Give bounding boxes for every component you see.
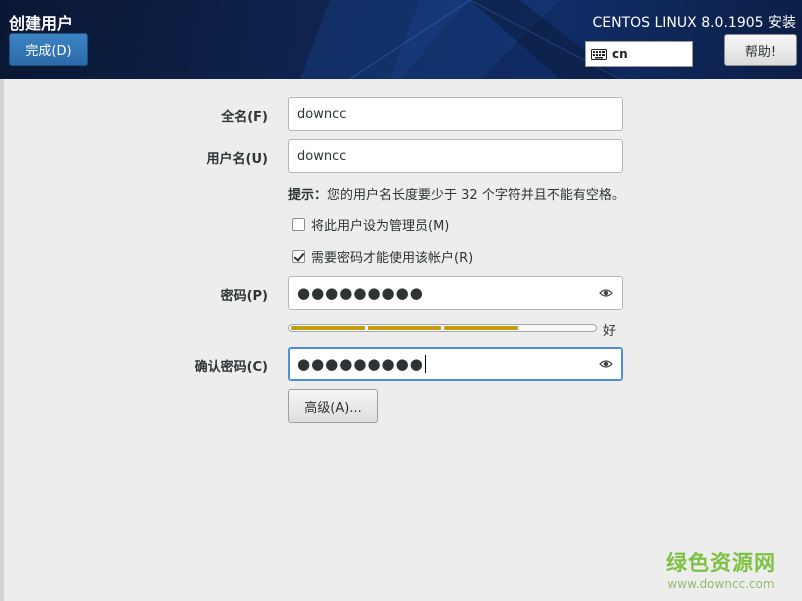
eye-icon[interactable] (599, 286, 613, 300)
username-hint: 提示：您的用户名长度要少于 32 个字符并且不能有空格。 (288, 184, 625, 203)
hint-text: 您的用户名长度要少于 32 个字符并且不能有空格。 (327, 188, 625, 203)
confirm-password-field[interactable]: ●●●●●●●●● (288, 347, 623, 381)
strength-segment (521, 326, 595, 330)
strength-segment (367, 326, 441, 330)
advanced-button[interactable]: 高级(A)... (288, 389, 378, 423)
text-caret (424, 355, 426, 373)
fullname-label: 全名(F) (221, 110, 268, 125)
admin-checkbox-label: 将此用户设为管理员(M) (311, 219, 450, 234)
require-password-label: 需要密码才能使用该帐户(R) (311, 251, 474, 266)
keyboard-layout-indicator[interactable]: cn (585, 41, 693, 67)
password-label: 密码(P) (220, 289, 268, 304)
header-bar: 创建用户 完成(D) CENTOS LINUX 8.0.1905 安装 cn 帮… (0, 0, 802, 79)
fullname-value: downcc (297, 106, 347, 122)
require-password-checkbox[interactable] (292, 250, 305, 263)
password-value: ●●●●●●●●● (297, 284, 424, 302)
strength-segment (444, 326, 518, 330)
confirm-password-label: 确认密码(C) (194, 360, 268, 375)
watermark-url: www.downcc.com (667, 577, 775, 591)
done-button[interactable]: 完成(D) (9, 33, 88, 66)
watermark-title: 绿色资源网 (666, 551, 776, 575)
eye-icon[interactable] (599, 357, 613, 371)
keyboard-icon (591, 48, 607, 60)
confirm-password-value: ●●●●●●●●● (297, 355, 424, 373)
watermark: 绿色资源网 www.downcc.com (666, 547, 776, 591)
username-field[interactable]: downcc (288, 139, 623, 173)
admin-checkbox-row[interactable]: 将此用户设为管理员(M) (292, 215, 449, 234)
password-strength-bar (288, 324, 597, 332)
window-edge (0, 79, 4, 601)
hint-prefix: 提示： (288, 188, 328, 203)
password-field[interactable]: ●●●●●●●●● (288, 276, 623, 310)
username-value: downcc (297, 148, 347, 164)
fullname-field[interactable]: downcc (288, 97, 623, 131)
username-label: 用户名(U) (206, 152, 268, 167)
strength-segment (291, 326, 365, 330)
password-strength-label: 好 (603, 324, 617, 339)
admin-checkbox[interactable] (292, 218, 305, 231)
page-title: 创建用户 (9, 14, 74, 33)
product-title: CENTOS LINUX 8.0.1905 安装 (592, 15, 797, 31)
keyboard-layout-label: cn (612, 47, 628, 61)
require-password-row[interactable]: 需要密码才能使用该帐户(R) (292, 247, 473, 266)
help-button[interactable]: 帮助! (724, 34, 797, 66)
